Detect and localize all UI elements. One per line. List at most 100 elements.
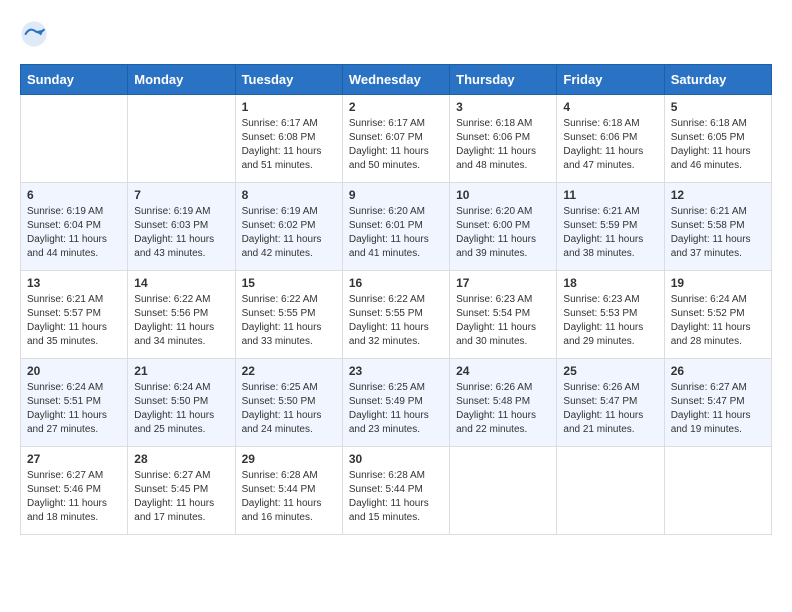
calendar-cell: 20 Sunrise: 6:24 AM Sunset: 5:51 PM Dayli… [21, 359, 128, 447]
day-number: 6 [27, 188, 121, 202]
day-number: 21 [134, 364, 228, 378]
day-info: Sunrise: 6:17 AM Sunset: 6:07 PM Dayligh… [349, 117, 443, 173]
day-info: Sunrise: 6:24 AM Sunset: 5:50 PM Dayligh… [134, 381, 228, 437]
day-number: 8 [242, 188, 336, 202]
calendar-cell: 27 Sunrise: 6:27 AM Sunset: 5:46 PM Dayli… [21, 447, 128, 535]
calendar-week-2: 6 Sunrise: 6:19 AM Sunset: 6:04 PM Daylig… [21, 183, 772, 271]
calendar-week-1: 1 Sunrise: 6:17 AM Sunset: 6:08 PM Daylig… [21, 95, 772, 183]
header-day-saturday: Saturday [664, 65, 771, 95]
calendar-cell: 22 Sunrise: 6:25 AM Sunset: 5:50 PM Dayli… [235, 359, 342, 447]
header-day-friday: Friday [557, 65, 664, 95]
calendar-cell: 7 Sunrise: 6:19 AM Sunset: 6:03 PM Daylig… [128, 183, 235, 271]
calendar-cell: 25 Sunrise: 6:26 AM Sunset: 5:47 PM Dayli… [557, 359, 664, 447]
day-number: 5 [671, 100, 765, 114]
day-info: Sunrise: 6:26 AM Sunset: 5:48 PM Dayligh… [456, 381, 550, 437]
calendar-cell: 12 Sunrise: 6:21 AM Sunset: 5:58 PM Dayli… [664, 183, 771, 271]
calendar-week-3: 13 Sunrise: 6:21 AM Sunset: 5:57 PM Dayli… [21, 271, 772, 359]
calendar-cell: 11 Sunrise: 6:21 AM Sunset: 5:59 PM Dayli… [557, 183, 664, 271]
day-number: 30 [349, 452, 443, 466]
calendar-cell: 15 Sunrise: 6:22 AM Sunset: 5:55 PM Dayli… [235, 271, 342, 359]
day-number: 26 [671, 364, 765, 378]
calendar-cell: 16Sunrise: 6:22 AM Sunset: 5:55 PM Dayli… [342, 271, 449, 359]
day-info: Sunrise: 6:19 AM Sunset: 6:03 PM Dayligh… [134, 205, 228, 261]
day-info: Sunrise: 6:25 AM Sunset: 5:49 PM Dayligh… [349, 381, 443, 437]
day-info: Sunrise: 6:19 AM Sunset: 6:02 PM Dayligh… [242, 205, 336, 261]
calendar-cell: 19 Sunrise: 6:24 AM Sunset: 5:52 PM Dayli… [664, 271, 771, 359]
calendar-cell: 28Sunrise: 6:27 AM Sunset: 5:45 PM Dayli… [128, 447, 235, 535]
day-info: Sunrise: 6:27 AM Sunset: 5:47 PM Dayligh… [671, 381, 765, 437]
calendar-cell: 24 Sunrise: 6:26 AM Sunset: 5:48 PM Dayli… [450, 359, 557, 447]
day-info: Sunrise: 6:23 AM Sunset: 5:54 PM Dayligh… [456, 293, 550, 349]
day-info: Sunrise: 6:22 AM Sunset: 5:56 PM Dayligh… [134, 293, 228, 349]
day-info: Sunrise: 6:28 AM Sunset: 5:44 PM Dayligh… [242, 469, 336, 525]
calendar-week-4: 20 Sunrise: 6:24 AM Sunset: 5:51 PM Dayli… [21, 359, 772, 447]
day-number: 20 [27, 364, 121, 378]
header-day-wednesday: Wednesday [342, 65, 449, 95]
day-number: 22 [242, 364, 336, 378]
calendar-cell: 9 Sunrise: 6:20 AM Sunset: 6:01 PM Daylig… [342, 183, 449, 271]
day-number: 14 [134, 276, 228, 290]
day-info: Sunrise: 6:21 AM Sunset: 5:59 PM Dayligh… [563, 205, 657, 261]
calendar-header-row: SundayMondayTuesdayWednesdayThursdayFrid… [21, 65, 772, 95]
day-number: 7 [134, 188, 228, 202]
logo [20, 20, 52, 48]
day-number: 11 [563, 188, 657, 202]
day-number: 2 [349, 100, 443, 114]
header-day-tuesday: Tuesday [235, 65, 342, 95]
calendar-cell: 23 Sunrise: 6:25 AM Sunset: 5:49 PM Dayli… [342, 359, 449, 447]
calendar-cell: 2 Sunrise: 6:17 AM Sunset: 6:07 PM Daylig… [342, 95, 449, 183]
calendar-cell: 5 Sunrise: 6:18 AM Sunset: 6:05 PM Daylig… [664, 95, 771, 183]
calendar-cell: 13 Sunrise: 6:21 AM Sunset: 5:57 PM Dayli… [21, 271, 128, 359]
day-number: 15 [242, 276, 336, 290]
day-info: Sunrise: 6:17 AM Sunset: 6:08 PM Dayligh… [242, 117, 336, 173]
day-info: Sunrise: 6:24 AM Sunset: 5:51 PM Dayligh… [27, 381, 121, 437]
day-info: Sunrise: 6:18 AM Sunset: 6:05 PM Dayligh… [671, 117, 765, 173]
calendar-cell: 4 Sunrise: 6:18 AM Sunset: 6:06 PM Daylig… [557, 95, 664, 183]
calendar-cell: 10Sunrise: 6:20 AM Sunset: 6:00 PM Dayli… [450, 183, 557, 271]
calendar-cell: 18Sunrise: 6:23 AM Sunset: 5:53 PM Dayli… [557, 271, 664, 359]
calendar-cell: 6 Sunrise: 6:19 AM Sunset: 6:04 PM Daylig… [21, 183, 128, 271]
calendar-cell [557, 447, 664, 535]
calendar-cell [664, 447, 771, 535]
day-number: 13 [27, 276, 121, 290]
calendar-cell: 29 Sunrise: 6:28 AM Sunset: 5:44 PM Dayli… [235, 447, 342, 535]
day-number: 4 [563, 100, 657, 114]
day-info: Sunrise: 6:26 AM Sunset: 5:47 PM Dayligh… [563, 381, 657, 437]
day-info: Sunrise: 6:19 AM Sunset: 6:04 PM Dayligh… [27, 205, 121, 261]
day-number: 29 [242, 452, 336, 466]
day-info: Sunrise: 6:22 AM Sunset: 5:55 PM Dayligh… [242, 293, 336, 349]
day-info: Sunrise: 6:21 AM Sunset: 5:57 PM Dayligh… [27, 293, 121, 349]
day-number: 27 [27, 452, 121, 466]
day-number: 25 [563, 364, 657, 378]
day-number: 1 [242, 100, 336, 114]
day-number: 23 [349, 364, 443, 378]
calendar-cell: 17Sunrise: 6:23 AM Sunset: 5:54 PM Dayli… [450, 271, 557, 359]
day-info: Sunrise: 6:25 AM Sunset: 5:50 PM Dayligh… [242, 381, 336, 437]
header [20, 20, 772, 48]
day-number: 12 [671, 188, 765, 202]
day-info: Sunrise: 6:27 AM Sunset: 5:46 PM Dayligh… [27, 469, 121, 525]
day-info: Sunrise: 6:23 AM Sunset: 5:53 PM Dayligh… [563, 293, 657, 349]
calendar-cell: 1 Sunrise: 6:17 AM Sunset: 6:08 PM Daylig… [235, 95, 342, 183]
day-number: 16 [349, 276, 443, 290]
calendar-cell: 30 Sunrise: 6:28 AM Sunset: 5:44 PM Dayli… [342, 447, 449, 535]
day-number: 28 [134, 452, 228, 466]
day-number: 24 [456, 364, 550, 378]
day-info: Sunrise: 6:21 AM Sunset: 5:58 PM Dayligh… [671, 205, 765, 261]
day-info: Sunrise: 6:18 AM Sunset: 6:06 PM Dayligh… [563, 117, 657, 173]
day-info: Sunrise: 6:24 AM Sunset: 5:52 PM Dayligh… [671, 293, 765, 349]
calendar-table: SundayMondayTuesdayWednesdayThursdayFrid… [20, 64, 772, 535]
calendar-cell [128, 95, 235, 183]
day-number: 9 [349, 188, 443, 202]
day-info: Sunrise: 6:18 AM Sunset: 6:06 PM Dayligh… [456, 117, 550, 173]
day-number: 3 [456, 100, 550, 114]
calendar-cell: 21 Sunrise: 6:24 AM Sunset: 5:50 PM Dayli… [128, 359, 235, 447]
calendar-cell: 26 Sunrise: 6:27 AM Sunset: 5:47 PM Dayli… [664, 359, 771, 447]
day-number: 19 [671, 276, 765, 290]
day-info: Sunrise: 6:28 AM Sunset: 5:44 PM Dayligh… [349, 469, 443, 525]
calendar-cell: 14 Sunrise: 6:22 AM Sunset: 5:56 PM Dayli… [128, 271, 235, 359]
day-info: Sunrise: 6:20 AM Sunset: 6:01 PM Dayligh… [349, 205, 443, 261]
calendar-cell: 8 Sunrise: 6:19 AM Sunset: 6:02 PM Daylig… [235, 183, 342, 271]
logo-icon [20, 20, 48, 48]
header-day-sunday: Sunday [21, 65, 128, 95]
